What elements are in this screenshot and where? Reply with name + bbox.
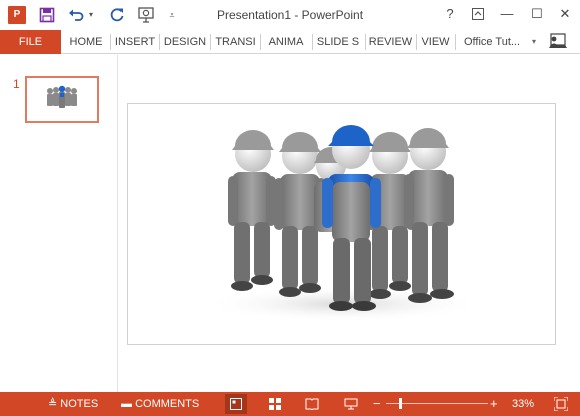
minimize-button[interactable]: — (497, 4, 517, 24)
slide-thumbnail[interactable] (25, 76, 99, 123)
worker-figure (404, 128, 454, 303)
fit-slide-to-window-icon[interactable] (550, 394, 572, 414)
ribbon-tabs: FILE HOME INSERT DESIGN TRANSI ANIMA SLI… (0, 30, 580, 54)
tab-separator (159, 34, 160, 50)
worker-figure (228, 130, 276, 291)
slide-editor (119, 55, 580, 392)
zoom-in-button[interactable]: + (490, 392, 498, 416)
tab-separator (365, 34, 366, 50)
title-bar: P ▾ ⩡ Presentation1 - PowerPoint ? — ☐ ✕ (0, 0, 580, 30)
reading-view-icon[interactable] (301, 394, 323, 414)
comments-button[interactable]: ▬ COMMENTS (121, 392, 199, 416)
redo-icon[interactable] (107, 5, 127, 25)
ribbon-display-options-icon[interactable] (468, 4, 488, 24)
status-bar: ≜ NOTES ▬ COMMENTS − + 33% (0, 392, 580, 416)
start-from-beginning-icon[interactable] (136, 5, 156, 25)
tab-insert[interactable]: INSERT (113, 30, 157, 54)
undo-dropdown-icon[interactable]: ▾ (86, 5, 96, 25)
tab-slide-show[interactable]: SLIDE S (315, 30, 361, 54)
zoom-out-button[interactable]: − (373, 392, 381, 416)
normal-view-icon[interactable] (225, 394, 247, 414)
save-icon[interactable] (37, 5, 57, 25)
slide-number: 1 (13, 77, 20, 91)
customize-quick-access-icon[interactable]: ⩡ (162, 5, 182, 25)
tab-separator (110, 34, 111, 50)
avatar[interactable] (546, 32, 568, 52)
slide-sorter-view-icon[interactable] (264, 394, 286, 414)
slide-thumbnails-pane: 1 (0, 55, 118, 392)
account-caret-icon[interactable]: ▾ (532, 30, 536, 54)
zoom-slider-thumb[interactable] (399, 398, 402, 409)
tab-file[interactable]: FILE (0, 30, 61, 54)
notes-label: NOTES (60, 398, 99, 410)
help-icon[interactable]: ? (440, 4, 460, 24)
notes-button[interactable]: ≜ NOTES (48, 392, 98, 416)
tab-design[interactable]: DESIGN (162, 30, 208, 54)
notes-icon: ≜ (48, 398, 58, 410)
tab-separator (455, 34, 456, 50)
slide-show-view-icon[interactable] (340, 394, 362, 414)
undo-icon[interactable] (66, 5, 86, 25)
powerpoint-logo-icon[interactable]: P (8, 6, 26, 24)
close-button[interactable]: ✕ (555, 4, 575, 24)
zoom-level[interactable]: 33% (512, 392, 534, 416)
tab-view[interactable]: VIEW (419, 30, 452, 54)
account-name[interactable]: Office Tut... (464, 30, 520, 54)
tab-separator (312, 34, 313, 50)
tab-review[interactable]: REVIEW (368, 30, 413, 54)
comments-label: COMMENTS (135, 398, 200, 410)
tab-separator (416, 34, 417, 50)
tab-transitions[interactable]: TRANSI (213, 30, 258, 54)
tab-home[interactable]: HOME (66, 30, 106, 54)
maximize-button[interactable]: ☐ (527, 4, 547, 24)
comment-icon: ▬ (121, 398, 132, 410)
tab-separator (210, 34, 211, 50)
slide-thumbnail-image (47, 85, 77, 108)
tab-animations[interactable]: ANIMA (263, 30, 309, 54)
tab-separator (260, 34, 261, 50)
slide-canvas[interactable] (127, 103, 556, 345)
team-figures-clipart[interactable] (128, 104, 555, 344)
